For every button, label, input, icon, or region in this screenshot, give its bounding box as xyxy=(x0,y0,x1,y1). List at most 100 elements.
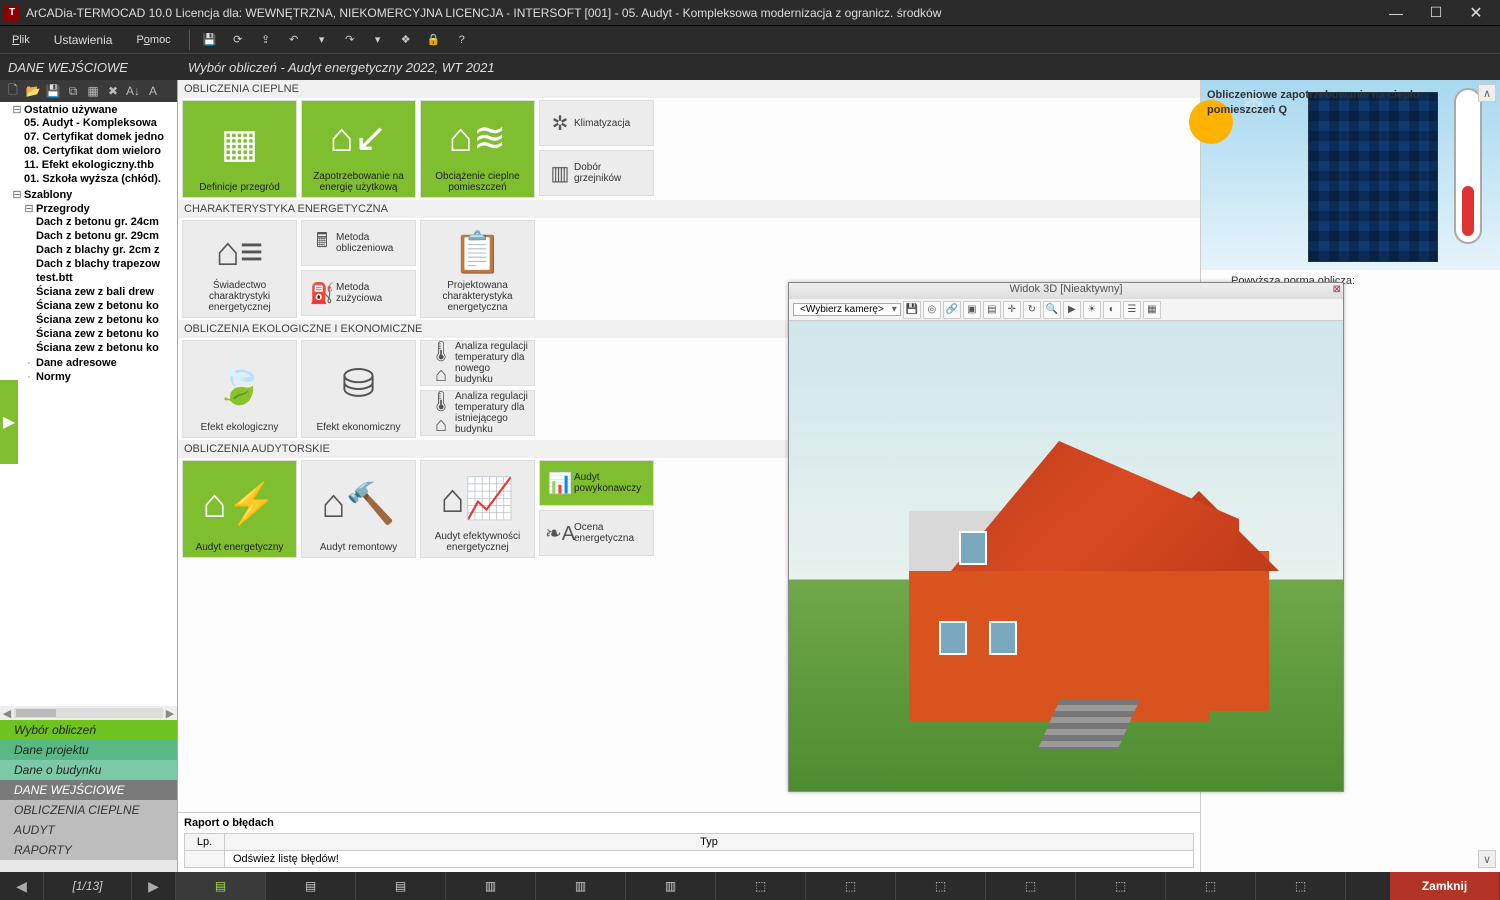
edge-prev-button[interactable]: ▶ xyxy=(0,380,18,464)
nav-obliczenia[interactable]: OBLICZENIA CIEPLNE xyxy=(0,800,177,820)
viewer-3d-window[interactable]: Widok 3D [Nieaktywny]⊠ <Wybierz kamerę> … xyxy=(788,282,1344,792)
vtool-layers-icon[interactable]: ☰ xyxy=(1123,301,1141,319)
status-tab-8[interactable]: ⬚ xyxy=(806,872,896,900)
refresh-icon[interactable]: ⟳ xyxy=(226,28,250,52)
status-tab-2[interactable]: ▤ xyxy=(266,872,356,900)
tile-analiza-istniejacy[interactable]: 🌡⌂Analiza regulacji temperatury dla istn… xyxy=(420,390,535,436)
tile-analiza-nowy[interactable]: 🌡⌂Analiza regulacji temperatury dla nowe… xyxy=(420,340,535,386)
tile-zapotrzebowanie[interactable]: ⌂↙Zapotrzebowanie na energię użytkową xyxy=(301,100,416,198)
tree-item[interactable]: Ściana zew z betonu ko xyxy=(36,313,177,327)
info-scroll-up[interactable]: ∧ xyxy=(1478,84,1496,102)
tile-audyt-remontowy[interactable]: ⌂🔨Audyt remontowy xyxy=(301,460,416,558)
tree-item[interactable]: Dach z betonu gr. 24cm xyxy=(36,215,177,229)
status-tab-5[interactable]: ▥ xyxy=(536,872,626,900)
vtool-save-icon[interactable]: 💾 xyxy=(903,301,921,319)
tree-recent-item[interactable]: 07. Certyfikat domek jedno xyxy=(24,130,177,144)
tree-recent-item[interactable]: 11. Efekt ekologiczny.thb xyxy=(24,158,177,172)
copy-icon[interactable]: ⧉ xyxy=(64,82,82,100)
status-tab-9[interactable]: ⬚ xyxy=(896,872,986,900)
vtool-sun-icon[interactable]: ☀ xyxy=(1083,301,1101,319)
tile-efekt-ekonomiczny[interactable]: ⛁Efekt ekonomiczny xyxy=(301,340,416,438)
tile-projektowana[interactable]: 📋Projektowana charakterystyka energetycz… xyxy=(420,220,535,318)
tree-item[interactable]: Dach z betonu gr. 29cm xyxy=(36,229,177,243)
status-tab-4[interactable]: ▥ xyxy=(446,872,536,900)
redo-icon[interactable]: ↷ xyxy=(338,28,362,52)
tile-dobor-grzejnikow[interactable]: ▥Dobór grzejników xyxy=(539,150,654,196)
module-icon[interactable]: ❖ xyxy=(394,28,418,52)
tile-obciazenie[interactable]: ⌂≋Obciążenie cieplne pomieszczeń xyxy=(420,100,535,198)
tree-item[interactable]: Dach z blachy trapezow xyxy=(36,257,177,271)
status-tab-7[interactable]: ⬚ xyxy=(716,872,806,900)
tile-efekt-ekologiczny[interactable]: 🍃Efekt ekologiczny xyxy=(182,340,297,438)
vtool-arrow-icon[interactable]: ▶ xyxy=(1063,301,1081,319)
viewer-title[interactable]: Widok 3D [Nieaktywny]⊠ xyxy=(789,283,1343,299)
tile-audyt-energetyczny[interactable]: ⌂⚡Audyt energetyczny xyxy=(182,460,297,558)
viewer-close-icon[interactable]: ⊠ xyxy=(1333,284,1341,295)
tree-recent-item[interactable]: 08. Certyfikat dom wieloro xyxy=(24,144,177,158)
menu-help[interactable]: Pomoc xyxy=(124,26,182,53)
tile-metoda-obliczeniowa[interactable]: 🖩Metoda obliczeniowa xyxy=(301,220,416,266)
redo-dropdown-icon[interactable]: ▾ xyxy=(366,28,390,52)
tile-audyt-powykonawczy[interactable]: 📊Audyt powykonawczy xyxy=(539,460,654,506)
tile-definicje-przegrod[interactable]: ▦Definicje przegród xyxy=(182,100,297,198)
status-tab-11[interactable]: ⬚ xyxy=(1076,872,1166,900)
nav-dane-wejsciowe[interactable]: DANE WEJŚCIOWE xyxy=(0,780,177,800)
status-tab-13[interactable]: ⬚ xyxy=(1256,872,1346,900)
status-tab-3[interactable]: ▤ xyxy=(356,872,446,900)
export-icon[interactable]: ⇪ xyxy=(254,28,278,52)
tree-item[interactable]: Ściana zew z betonu ko xyxy=(36,341,177,355)
tree-recent-item[interactable]: 05. Audyt - Kompleksowa xyxy=(24,116,177,130)
tree-item[interactable]: Ściana zew z bali drew xyxy=(36,285,177,299)
save-icon[interactable]: 💾 xyxy=(198,28,222,52)
vtool-view1-icon[interactable]: ▣ xyxy=(963,301,981,319)
undo-icon[interactable]: ↶ xyxy=(282,28,306,52)
tree-dane-adresowe[interactable]: Dane adresowe xyxy=(36,357,117,369)
status-tab-1[interactable]: ▤ xyxy=(176,872,266,900)
page-prev-button[interactable]: ◀ xyxy=(0,872,44,900)
tile-klimatyzacja[interactable]: ✲Klimatyzacja xyxy=(539,100,654,146)
project-tree[interactable]: ⊟Ostatnio używane 05. Audyt - Kompleksow… xyxy=(0,102,177,706)
close-project-button[interactable]: Zamknij xyxy=(1390,872,1500,900)
nav-wybor-obliczen[interactable]: Wybór obliczeń xyxy=(0,720,177,740)
savet-icon[interactable]: 💾 xyxy=(44,82,62,100)
tile-ocena-energetyczna[interactable]: ❧AOcena energetyczna xyxy=(539,510,654,556)
nav-raporty[interactable]: RAPORTY xyxy=(0,840,177,860)
status-tab-10[interactable]: ⬚ xyxy=(986,872,1076,900)
vtool-grid-icon[interactable]: ▦ xyxy=(1143,301,1161,319)
error-refresh-msg[interactable]: Odśwież listę błędów! xyxy=(225,851,1194,868)
sort-icon[interactable]: A↓ xyxy=(124,82,142,100)
info-scroll-down[interactable]: ∨ xyxy=(1478,850,1496,868)
page-next-button[interactable]: ▶ xyxy=(132,872,176,900)
tree-recent[interactable]: Ostatnio używane xyxy=(24,104,118,116)
font-icon[interactable]: A xyxy=(144,82,162,100)
vtool-target-icon[interactable]: ◎ xyxy=(923,301,941,319)
tree-item[interactable]: Ściana zew z betonu ko xyxy=(36,299,177,313)
minimize-button[interactable]: — xyxy=(1376,0,1416,26)
tree-normy[interactable]: Normy xyxy=(36,371,71,383)
help-icon[interactable]: ? xyxy=(450,28,474,52)
tree-item[interactable]: Dach z blachy gr. 2cm z xyxy=(36,243,177,257)
tile-metoda-zuzyciowa[interactable]: ⛽Metoda zużyciowa xyxy=(301,270,416,316)
status-tab-6[interactable]: ▥ xyxy=(626,872,716,900)
vtool-shade-icon[interactable]: ◐ xyxy=(1103,301,1121,319)
tree-recent-item[interactable]: 01. Szkoła wyższa (chłód). xyxy=(24,172,177,186)
close-button[interactable]: ✕ xyxy=(1456,0,1496,26)
undo-dropdown-icon[interactable]: ▾ xyxy=(310,28,334,52)
viewer-scene[interactable] xyxy=(789,321,1343,791)
vtool-view2-icon[interactable]: ▤ xyxy=(983,301,1001,319)
delete-icon[interactable]: ✖ xyxy=(104,82,122,100)
vtool-rotate-icon[interactable]: ↻ xyxy=(1023,301,1041,319)
nav-audyt[interactable]: AUDYT xyxy=(0,820,177,840)
tree-scrollbar[interactable]: ◀▶ xyxy=(0,706,177,720)
grid-icon[interactable]: ▦ xyxy=(84,82,102,100)
nav-dane-budynku[interactable]: Dane o budynku xyxy=(0,760,177,780)
camera-select[interactable]: <Wybierz kamerę> xyxy=(793,303,901,316)
tile-swiadectwo[interactable]: ⌂≡Świadectwo charaktrystyki energetyczne… xyxy=(182,220,297,318)
tree-przegrody[interactable]: Przegrody xyxy=(36,203,90,215)
open-icon[interactable]: 📂 xyxy=(24,82,42,100)
lock-icon[interactable]: 🔒 xyxy=(422,28,446,52)
new-icon[interactable]: 🗋 xyxy=(4,82,22,100)
tree-templates[interactable]: Szablony xyxy=(24,189,72,201)
tile-audyt-efektywnosci[interactable]: ⌂📈Audyt efektywności energetycznej xyxy=(420,460,535,558)
vtool-link-icon[interactable]: 🔗 xyxy=(943,301,961,319)
